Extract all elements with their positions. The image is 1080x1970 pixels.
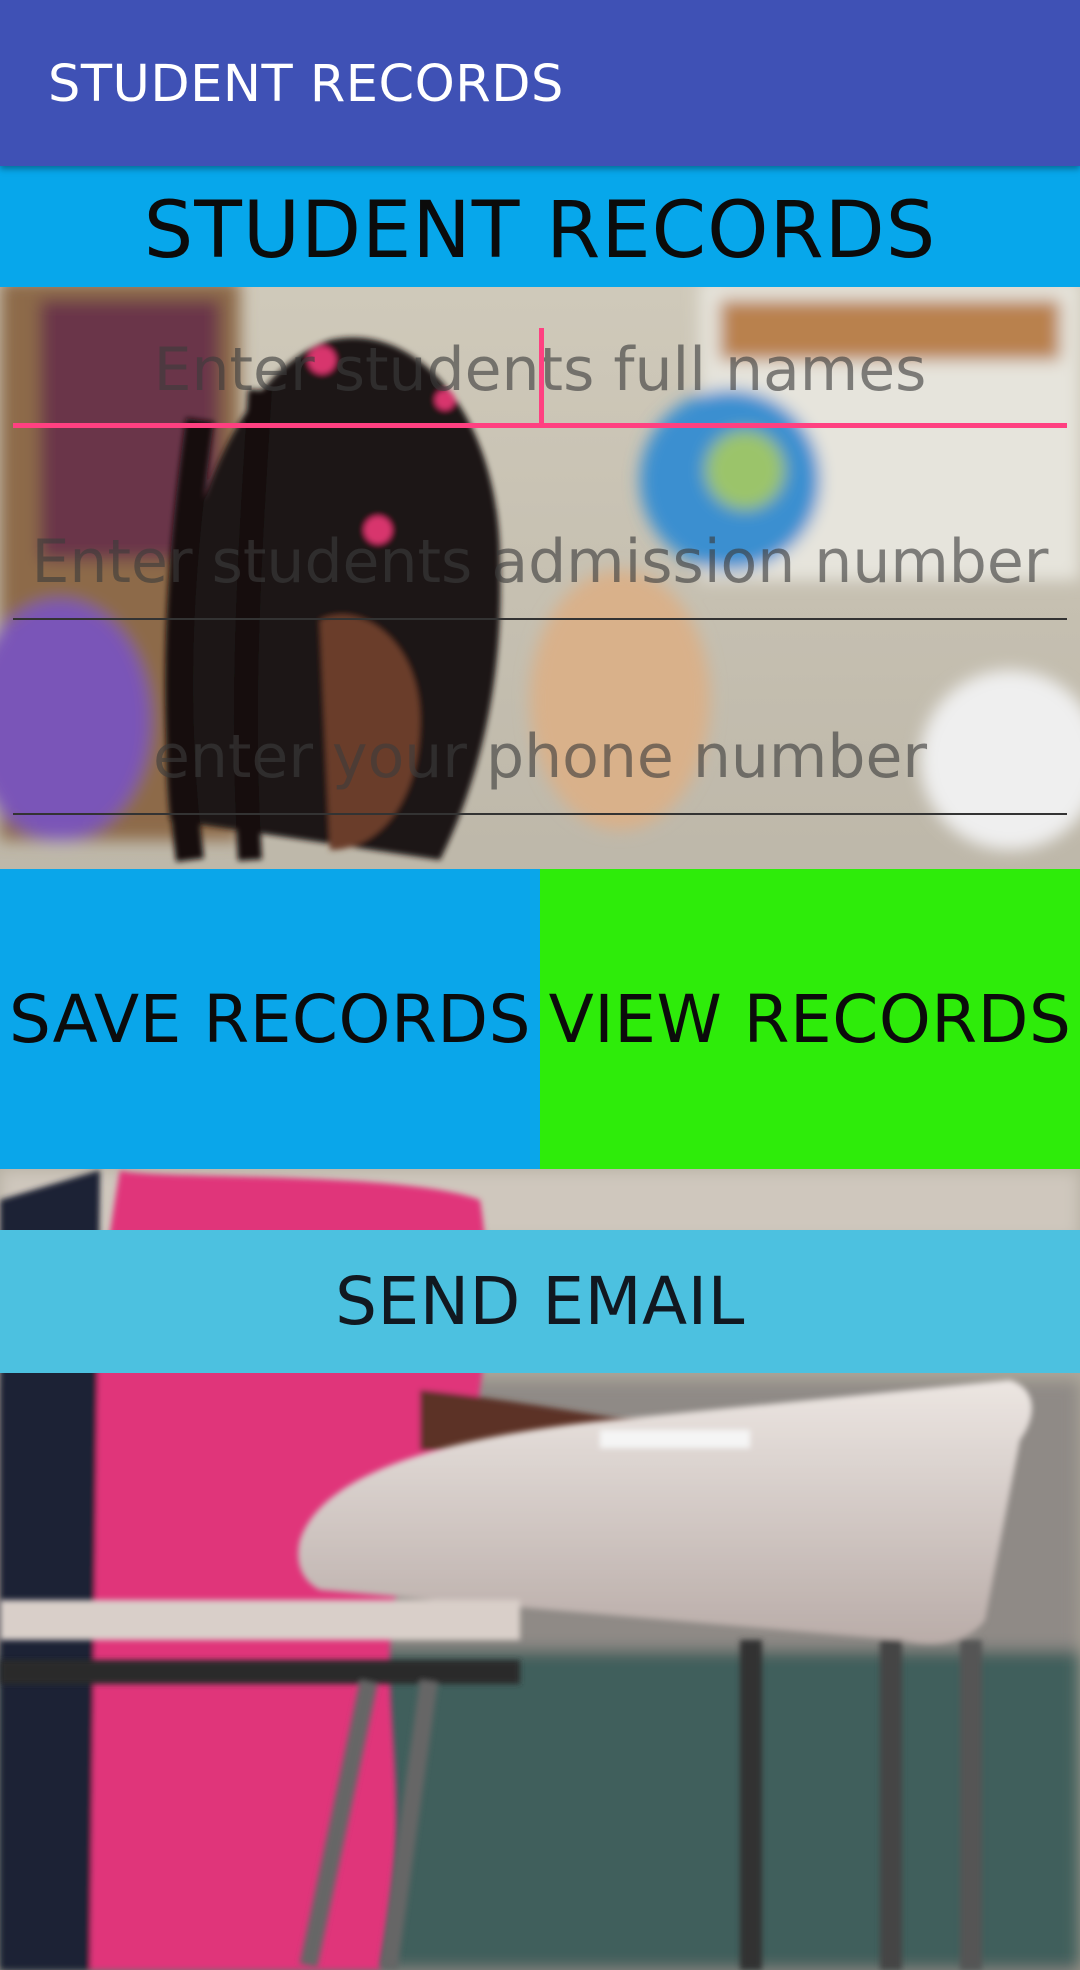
- student-records-screen: STUDENT RECORDS STUDENT RECORDS SAVE REC…: [0, 0, 1080, 1970]
- app-bar-title: STUDENT RECORDS: [48, 55, 564, 114]
- full-name-underline: [13, 423, 1067, 428]
- send-email-label: SEND EMAIL: [335, 1263, 745, 1340]
- heading-banner: STUDENT RECORDS: [0, 166, 1080, 287]
- phone-number-underline: [13, 813, 1067, 815]
- view-records-button[interactable]: VIEW RECORDS: [540, 869, 1080, 1169]
- phone-number-input[interactable]: [13, 705, 1067, 809]
- admission-number-field[interactable]: [13, 510, 1067, 620]
- view-records-label: VIEW RECORDS: [548, 980, 1072, 1058]
- admission-number-underline: [13, 618, 1067, 620]
- save-records-button[interactable]: SAVE RECORDS: [0, 869, 540, 1169]
- app-bar: STUDENT RECORDS: [0, 0, 1080, 166]
- send-email-button[interactable]: SEND EMAIL: [0, 1230, 1080, 1373]
- text-cursor: [539, 328, 544, 426]
- phone-number-field[interactable]: [13, 705, 1067, 815]
- full-name-field[interactable]: [13, 318, 1067, 428]
- save-records-label: SAVE RECORDS: [8, 980, 532, 1058]
- page-heading: STUDENT RECORDS: [143, 185, 937, 276]
- admission-number-input[interactable]: [13, 510, 1067, 614]
